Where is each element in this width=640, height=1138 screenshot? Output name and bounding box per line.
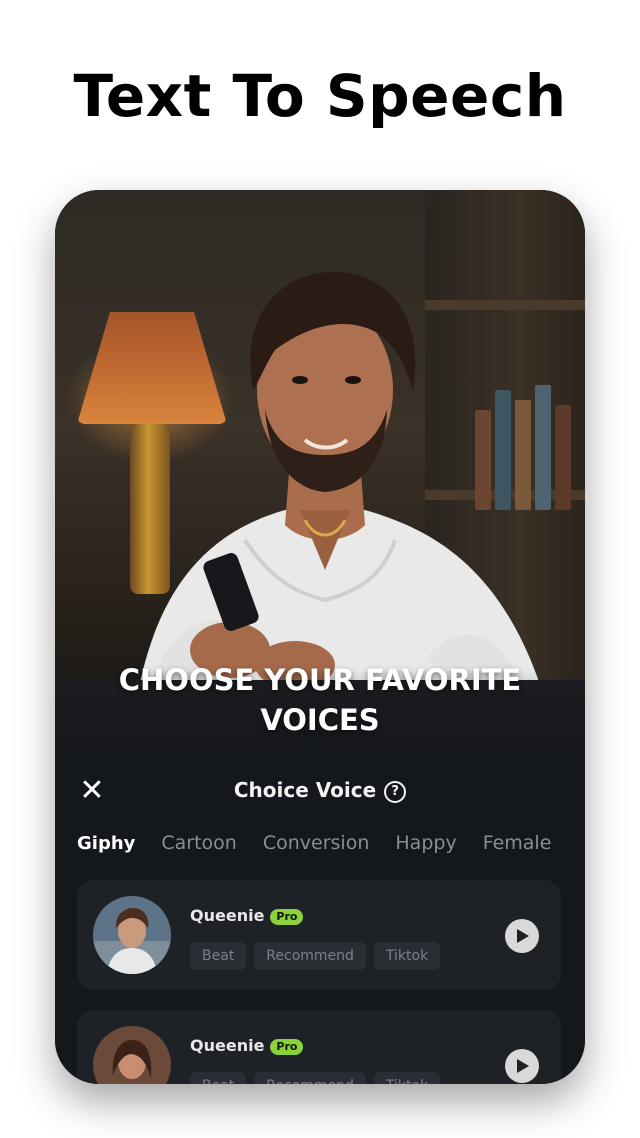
tab-cartoon[interactable]: Cartoon bbox=[161, 832, 236, 854]
voice-panel: ✕ Choice Voice? Giphy Cartoon Conversion Ha… bbox=[55, 750, 585, 1084]
phone-mockup: CHOOSE YOUR FAVORITE VOICES ✕ Choice Voi… bbox=[55, 190, 585, 1084]
page-headline: Text To Speech bbox=[73, 62, 567, 130]
avatar bbox=[93, 896, 171, 974]
tab-happy[interactable]: Happy bbox=[395, 832, 456, 854]
tag-chip: Tiktok bbox=[373, 942, 441, 970]
tag-chip: Recommend bbox=[254, 942, 366, 970]
tab-female[interactable]: Female bbox=[483, 832, 552, 854]
avatar bbox=[93, 1026, 171, 1084]
voice-tags: Beat Recommend Tiktok bbox=[190, 1072, 448, 1084]
tab-conversion[interactable]: Conversion bbox=[263, 832, 370, 854]
promo-caption-line1: CHOOSE YOUR FAVORITE bbox=[118, 663, 522, 697]
play-icon[interactable] bbox=[505, 919, 539, 953]
tag-chip: Beat bbox=[190, 942, 247, 970]
voice-name: Queenie bbox=[190, 906, 265, 925]
voice-tags: BeatRecommendTiktok bbox=[190, 942, 448, 970]
tab-giphy[interactable]: Giphy bbox=[77, 833, 135, 854]
hero-photo: CHOOSE YOUR FAVORITE VOICES bbox=[55, 190, 585, 790]
panel-title: Choice Voice bbox=[233, 778, 377, 802]
voice-card[interactable]: Queenie Pro Beat Recommend Tiktok bbox=[77, 1010, 561, 1084]
play-icon[interactable] bbox=[505, 1049, 539, 1083]
promo-caption-line2: VOICES bbox=[260, 703, 380, 737]
tag-chip: Recommend bbox=[254, 1072, 366, 1084]
category-tabs: Giphy Cartoon Conversion Happy Female bbox=[77, 832, 577, 854]
pro-badge: Pro bbox=[270, 909, 304, 925]
tag-chip: Tiktok bbox=[373, 1072, 441, 1084]
help-icon[interactable]: ? bbox=[384, 781, 407, 803]
voice-card[interactable]: Queenie Pro BeatRecommendTiktok bbox=[77, 880, 561, 990]
pro-badge: Pro bbox=[270, 1039, 304, 1055]
promo-caption: CHOOSE YOUR FAVORITE VOICES bbox=[55, 660, 585, 740]
voice-name: Queenie bbox=[190, 1036, 265, 1055]
tag-chip: Beat bbox=[190, 1072, 247, 1084]
panel-header: ✕ Choice Voice? bbox=[55, 768, 585, 812]
